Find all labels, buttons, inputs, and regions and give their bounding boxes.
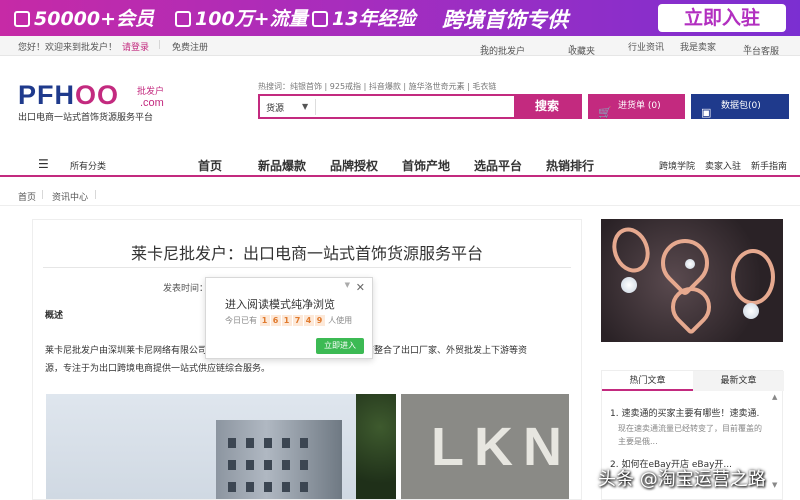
nav-right-guide[interactable]: 新手指南 [751, 159, 787, 172]
jewelry-ad-image[interactable] [601, 219, 783, 342]
nav-item-new[interactable]: 新品爆款 [258, 157, 306, 174]
logo-chinese: 批发户 [137, 87, 165, 97]
top-utility-bar: 您好！欢迎来到批发户！ 请登录 | 免费注册 我的批发户 ⌄ 收藏夹 ⌄ 行业资… [0, 36, 800, 57]
enter-reading-mode-button[interactable]: 立即进入 [316, 338, 364, 354]
breadcrumb-news[interactable]: 资讯中心 [52, 190, 88, 203]
article-panel: 莱卡尼批发户：出口电商一站式首饰货源服务平台 发表时间： 概述 莱卡尼批发户由深… [32, 219, 582, 500]
reading-mode-popup: ▼ ✕ 进入阅读模式纯净浏览 今日已有 161749 人使用 立即进入 [205, 277, 373, 359]
company-building-photo [46, 394, 396, 499]
breadcrumb-home[interactable]: 首页 [18, 190, 36, 203]
menu-icon[interactable]: ☰ [38, 157, 49, 171]
chevron-down-icon[interactable]: ▼ [345, 281, 350, 289]
banner-experience: 13年经验 [312, 4, 415, 31]
article-title: 莱卡尼批发户：出口电商一站式首饰货源服务平台 [130, 244, 483, 263]
banner-slogan: 跨境首饰专供 [442, 8, 568, 32]
main-nav: ☰ 所有分类 首页 新品爆款 品牌授权 首饰产地 选品平台 热销排行 跨境学院 … [0, 153, 800, 177]
divider [315, 99, 316, 115]
chart-icon [175, 11, 191, 27]
nav-item-home[interactable]: 首页 [198, 157, 222, 174]
sidebar-article-desc: 现在速卖通流量已经转变了，目前覆盖的主要是俄... [618, 424, 762, 446]
site-logo[interactable]: PFHOO [18, 80, 119, 111]
search-button[interactable]: 搜索 [514, 96, 580, 117]
close-icon[interactable]: ✕ [356, 281, 365, 294]
tab-latest-articles[interactable]: 最新文章 [693, 371, 784, 391]
chevron-down-icon[interactable]: ▼ [772, 481, 777, 489]
scrollbar[interactable]: ▲ ▼ [772, 393, 780, 493]
promo-banner[interactable]: 50000+会员 100万+流量 13年经验 跨境首饰专供 立即入驻 [0, 0, 800, 36]
nav-right-join[interactable]: 卖家入驻 [705, 159, 741, 172]
publish-time-label: 发表时间： [163, 284, 209, 294]
banner-traffic: 100万+流量 [175, 4, 308, 31]
site-slogan: 出口电商一站式首饰货源服务平台 [18, 113, 154, 123]
banner-members: 50000+会员 [14, 4, 154, 31]
divider: | [41, 190, 45, 200]
welcome-text: 您好！欢迎来到批发户！ [18, 43, 118, 53]
check-icon [14, 11, 30, 27]
package-icon: ▣ [701, 106, 712, 119]
popup-title: 进入阅读模式纯净浏览 [225, 298, 335, 311]
data-package-button[interactable]: ▣ 数据包(0) [691, 94, 789, 119]
nav-item-brand[interactable]: 品牌授权 [330, 157, 378, 174]
search-category-select[interactable]: 货源 [266, 101, 284, 114]
nav-item-selection[interactable]: 选品平台 [474, 157, 522, 174]
seller-link[interactable]: 我是卖家 [680, 40, 716, 53]
overview-heading: 概述 [45, 311, 64, 321]
divider: | [94, 190, 98, 200]
register-link[interactable]: 免费注册 [172, 40, 208, 53]
divider [43, 267, 571, 268]
favorites-menu[interactable]: 收藏夹 ⌄ [568, 40, 595, 57]
service-menu[interactable]: 平台客服 ⌄ [743, 40, 779, 57]
team-formation-photo: LKN [401, 394, 572, 499]
team-letters-image: LKN [431, 417, 572, 477]
chevron-up-icon[interactable]: ▲ [772, 393, 777, 401]
logo-domain: .com [140, 97, 164, 109]
popup-usage-count: 今日已有 161749 人使用 [225, 315, 353, 326]
nav-right-academy[interactable]: 跨境学院 [659, 159, 695, 172]
divider: | [158, 40, 162, 50]
calendar-icon [312, 11, 328, 27]
watermark: 头条 @淘宝运营之路 [598, 469, 766, 490]
my-account-menu[interactable]: 我的批发户 ⌄ [480, 40, 525, 57]
sidebar-article-title[interactable]: 1. 速卖通的买家主要有哪些！速卖通... [610, 406, 760, 419]
nav-item-origin[interactable]: 首饰产地 [402, 157, 450, 174]
hot-search-words[interactable]: 热搜词：纯银首饰 | 925戒指 | 抖音爆款 | 施华洛世奇元素 | 毛衣链 [258, 81, 496, 92]
tab-hot-articles[interactable]: 热门文章 [602, 371, 693, 391]
chevron-down-icon: ▼ [302, 102, 309, 111]
all-categories[interactable]: 所有分类 [70, 159, 106, 172]
banner-join-button[interactable]: 立即入驻 [658, 4, 786, 32]
nav-item-ranking[interactable]: 热销排行 [546, 157, 594, 174]
purchase-list-button[interactable]: 🛒 进货单 (0) [588, 94, 685, 119]
search-bar[interactable]: 货源 ▼ 搜索 [258, 94, 582, 119]
breadcrumb: 首页 | 资讯中心 | [0, 186, 800, 206]
login-link[interactable]: 请登录 [122, 40, 149, 53]
cart-icon: 🛒 [598, 106, 612, 119]
industry-news-link[interactable]: 行业资讯 [628, 40, 664, 53]
